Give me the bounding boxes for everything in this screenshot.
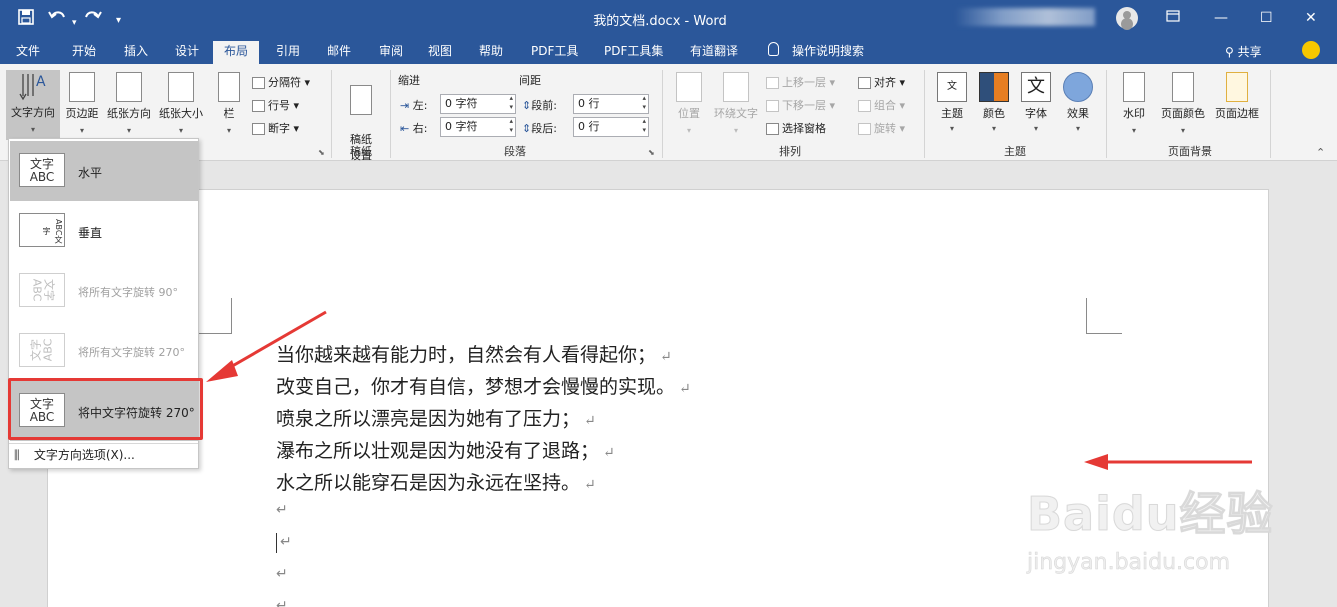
annotation-arrows <box>206 310 1252 470</box>
arrowhead-icon <box>1084 454 1108 470</box>
arrowhead-icon <box>206 360 238 382</box>
arrow-to-menu-item <box>221 310 327 374</box>
